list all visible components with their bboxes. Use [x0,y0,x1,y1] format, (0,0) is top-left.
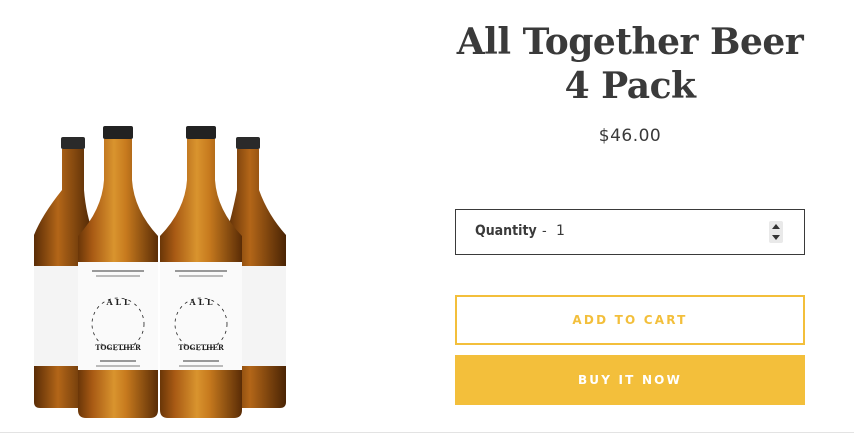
product-price: $46.00 [598,126,662,146]
svg-text:TOGETHER: TOGETHER [95,343,141,352]
bottle-front-2: A L L TOGETHER [160,126,242,418]
quantity-separator: - [542,222,547,238]
product-title-line1: All Together Beer [456,21,804,63]
chevron-down-icon[interactable] [772,235,780,240]
bottle-front-1: A L L TOGETHER [78,126,158,418]
product-title-line2: 4 Pack [564,65,696,107]
quantity-label: Quantity [475,223,537,239]
product-title: All Together Beer 4 Pack [455,20,805,108]
product-image[interactable]: A L L TOGETHER A L L TOGETHER [0,0,440,438]
svg-text:TOGETHER: TOGETHER [178,343,224,352]
quantity-selector[interactable]: Quantity - 1 [455,209,805,255]
buy-it-now-button[interactable]: BUY IT NOW [455,355,805,405]
beer-bottles-image: A L L TOGETHER A L L TOGETHER [34,126,286,418]
divider [0,432,854,433]
quantity-input[interactable]: 1 [556,223,565,239]
svg-text:A L L: A L L [105,297,129,307]
add-to-cart-button[interactable]: ADD TO CART [455,295,805,345]
chevron-up-icon[interactable] [772,224,780,229]
svg-text:A L L: A L L [188,297,212,307]
quantity-spinner[interactable] [769,221,783,243]
